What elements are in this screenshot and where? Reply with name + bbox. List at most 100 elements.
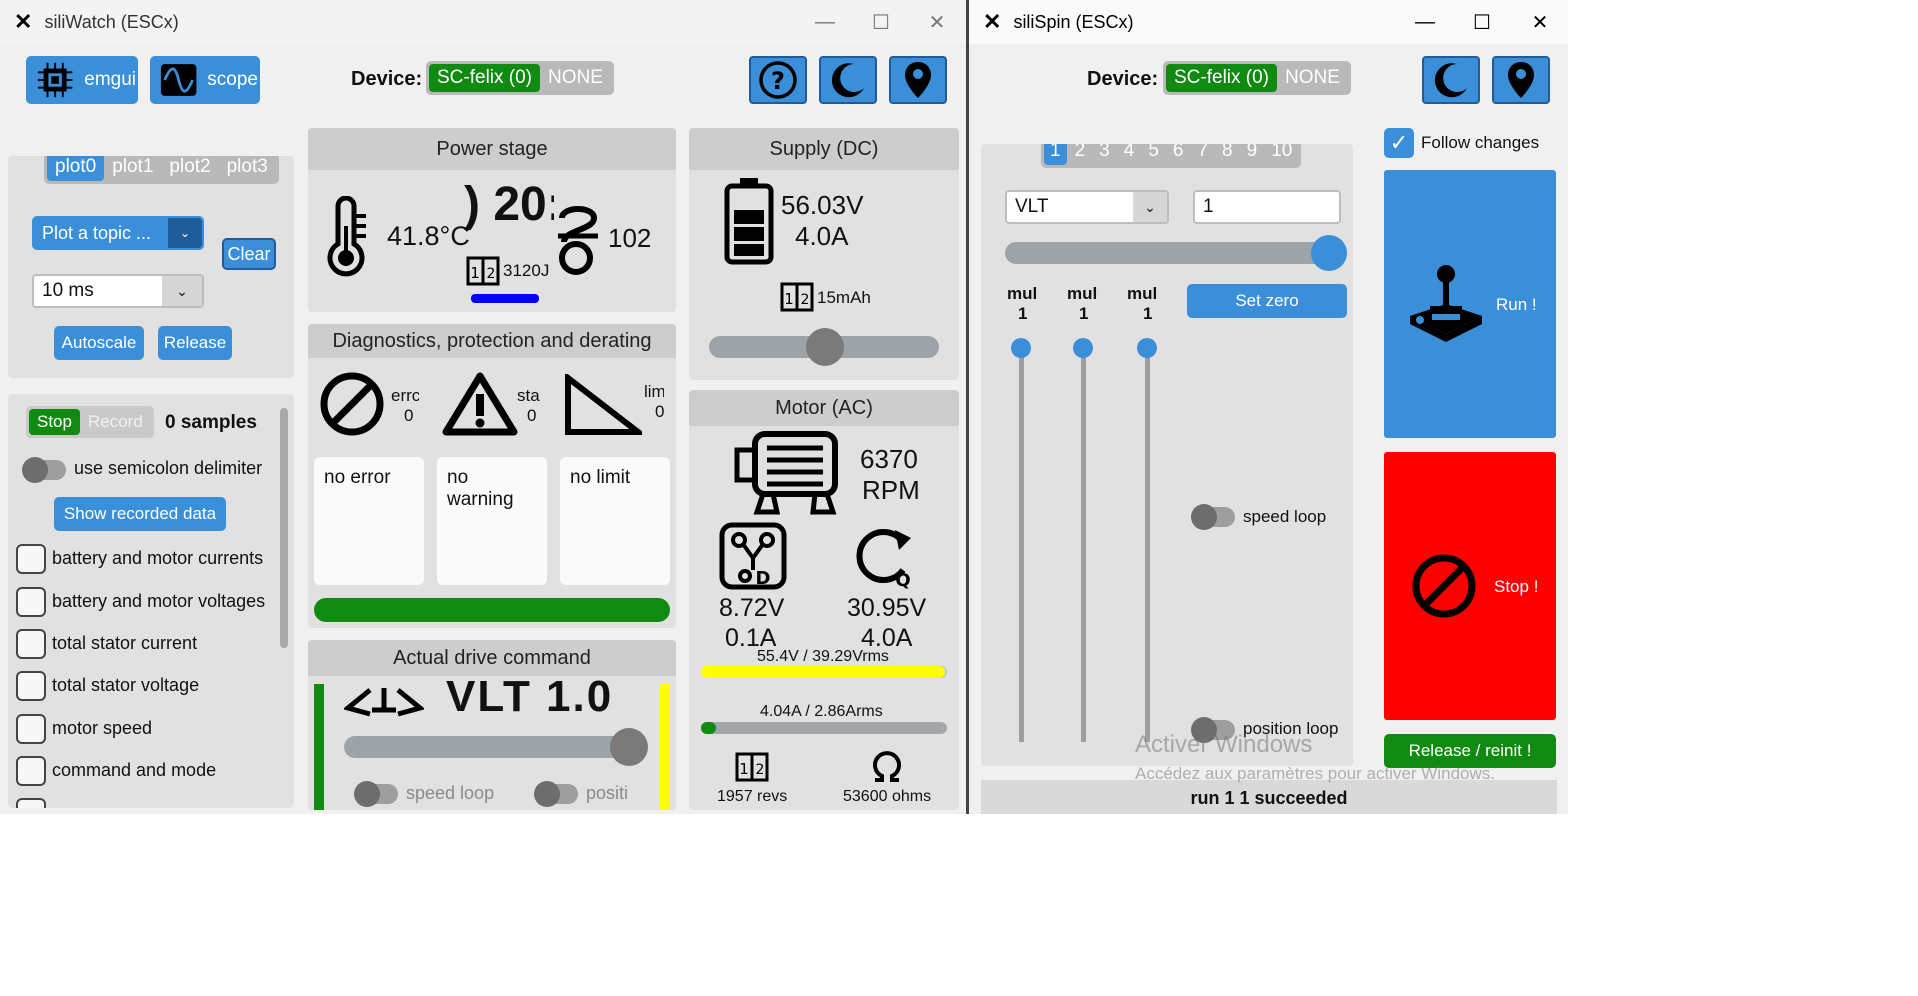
limit-card: no limit xyxy=(560,457,670,585)
autoscale-button[interactable]: Autoscale xyxy=(54,326,144,360)
error-code-label: errc xyxy=(391,386,419,405)
main-slider-thumb[interactable] xyxy=(1311,235,1347,271)
current-bar-label: 4.04A / 2.86Arms xyxy=(760,703,883,720)
run-label: Run ! xyxy=(1496,295,1537,314)
run-button[interactable]: Run ! xyxy=(1384,170,1556,438)
page-tab[interactable]: 2 xyxy=(1069,144,1092,165)
page-tab[interactable]: 9 xyxy=(1241,144,1264,165)
topic-checkbox[interactable] xyxy=(16,587,46,617)
device-option-selected[interactable]: SC-felix (0) xyxy=(1166,64,1278,92)
plot-tabs[interactable]: plot0 plot1 plot2 plot3 xyxy=(44,156,279,184)
mul-label-2: mul xyxy=(1067,284,1098,303)
scope-button[interactable]: scope xyxy=(150,56,260,104)
location-button[interactable] xyxy=(1492,56,1550,104)
vslider-thumb-1[interactable] xyxy=(1011,338,1031,358)
record-toggle[interactable]: Stop Record xyxy=(26,406,154,438)
chevron-down-icon: ⌄ xyxy=(168,218,202,248)
page-tab[interactable]: 6 xyxy=(1167,144,1190,165)
vslider-thumb-3[interactable] xyxy=(1137,338,1157,358)
page-tab[interactable]: 8 xyxy=(1216,144,1239,165)
vslider-thumb-2[interactable] xyxy=(1073,338,1093,358)
scope-label: scope xyxy=(207,69,258,90)
record-button[interactable]: Record xyxy=(80,409,151,435)
clear-button[interactable]: Clear xyxy=(222,238,276,270)
tab-plot0[interactable]: plot0 xyxy=(47,156,105,181)
device-label: Device: xyxy=(1087,68,1159,90)
pwm-bar xyxy=(471,294,539,303)
drive-command-value: VLT 1.0 xyxy=(446,672,614,721)
scrollbar[interactable] xyxy=(280,408,288,648)
topic-checkbox[interactable] xyxy=(16,629,46,659)
topic-checkbox[interactable] xyxy=(16,756,46,786)
current-bar xyxy=(701,722,947,734)
page-tab[interactable]: 5 xyxy=(1142,144,1165,165)
help-button[interactable]: ? xyxy=(749,56,807,104)
close-button[interactable]: ✕ xyxy=(1505,0,1568,44)
drive-slider-thumb[interactable] xyxy=(610,728,648,766)
page-tab[interactable]: 4 xyxy=(1118,144,1141,165)
q-current-value: 4.0A xyxy=(861,624,913,648)
topic-checkbox[interactable] xyxy=(16,671,46,701)
topic-checkbox[interactable] xyxy=(16,714,46,744)
chevron-down-icon: ⌄ xyxy=(162,276,202,306)
tab-plot3[interactable]: plot3 xyxy=(219,156,276,181)
set-zero-button[interactable]: Set zero xyxy=(1187,284,1347,318)
error-code-value: 0 xyxy=(404,406,414,425)
drive-speed-loop-toggle[interactable] xyxy=(354,781,398,807)
device-selector[interactable]: SC-felix (0) NONE xyxy=(1163,61,1351,95)
svg-text:2: 2 xyxy=(756,762,765,778)
device-option-none[interactable]: NONE xyxy=(540,64,611,92)
error-icon xyxy=(320,372,384,436)
show-recorded-button[interactable]: Show recorded data xyxy=(54,497,226,531)
power-stage-title: Power stage xyxy=(308,128,676,170)
supply-panel: Supply (DC) 56.03V 4.0A 12 15mAh xyxy=(689,128,959,380)
emgui-button[interactable]: emgui xyxy=(26,56,138,104)
motor-panel: Motor (AC) 6370 RPM D 8.72V 0.1A Q 30.95… xyxy=(689,390,959,810)
stop-button[interactable]: Stop ! xyxy=(1384,452,1556,720)
map-pin-icon xyxy=(1508,62,1534,98)
follow-changes-checkbox[interactable]: ✓ xyxy=(1384,128,1414,158)
topic-label: battery and motor currents xyxy=(52,548,264,568)
revolutions-value: 1957 revs xyxy=(717,788,788,804)
window-title: siliWatch (ESCx) xyxy=(44,11,179,32)
topic-label: total stator voltage xyxy=(52,675,200,695)
topic-select[interactable]: Plot a topic ... ⌄ xyxy=(32,216,204,250)
drive-right-bar xyxy=(660,684,670,810)
device-option-none[interactable]: NONE xyxy=(1277,64,1348,92)
dark-mode-button[interactable] xyxy=(1422,56,1480,104)
power-stage-panel: Power stage 41.8°C ) 20: 12 3120J 102 xyxy=(308,128,676,312)
title-bar: ✕ siliSpin (ESCx) — ☐ ✕ xyxy=(969,0,1568,44)
supply-slider-thumb[interactable] xyxy=(806,328,844,366)
page-tab[interactable]: 7 xyxy=(1191,144,1214,165)
svg-text:D: D xyxy=(756,568,771,589)
tab-plot2[interactable]: plot2 xyxy=(161,156,218,181)
dark-mode-button[interactable] xyxy=(819,56,877,104)
location-button[interactable] xyxy=(889,56,947,104)
desktop-area xyxy=(1568,0,1918,996)
device-selector[interactable]: SC-felix (0) NONE xyxy=(426,61,614,95)
release-reinit-button[interactable]: Release / reinit ! xyxy=(1384,734,1556,768)
release-button[interactable]: Release xyxy=(158,326,232,360)
semicolon-label: use semicolon delimiter xyxy=(74,458,263,478)
page-tabs[interactable]: 1 2 3 4 5 6 7 8 9 10 xyxy=(1041,144,1302,168)
status-bar: run 1 1 succeeded xyxy=(981,780,1557,816)
speed-loop-toggle[interactable] xyxy=(1191,504,1235,530)
stop-record-button[interactable]: Stop xyxy=(29,409,80,435)
page-tab[interactable]: 10 xyxy=(1265,144,1298,165)
page-tab[interactable]: 1 xyxy=(1044,144,1067,165)
drive-position-toggle[interactable] xyxy=(534,781,578,807)
supply-charge: 15mAh xyxy=(817,288,871,307)
topic-checkbox[interactable] xyxy=(16,544,46,574)
period-value: 10 ms xyxy=(42,280,94,301)
close-button[interactable]: ✕ xyxy=(902,0,966,44)
svg-text:1: 1 xyxy=(470,264,480,282)
semicolon-toggle[interactable] xyxy=(22,457,66,483)
tab-plot1[interactable]: plot1 xyxy=(104,156,161,181)
period-select[interactable]: 10 ms ⌄ xyxy=(32,274,204,308)
page-tab[interactable]: 3 xyxy=(1093,144,1116,165)
mode-select[interactable]: VLT ⌄ xyxy=(1005,190,1169,224)
device-option-selected[interactable]: SC-felix (0) xyxy=(429,64,541,92)
topic-checkbox[interactable] xyxy=(16,798,46,808)
speed-loop-label: speed loop xyxy=(1243,507,1327,526)
value-input[interactable]: 1 xyxy=(1193,190,1341,224)
